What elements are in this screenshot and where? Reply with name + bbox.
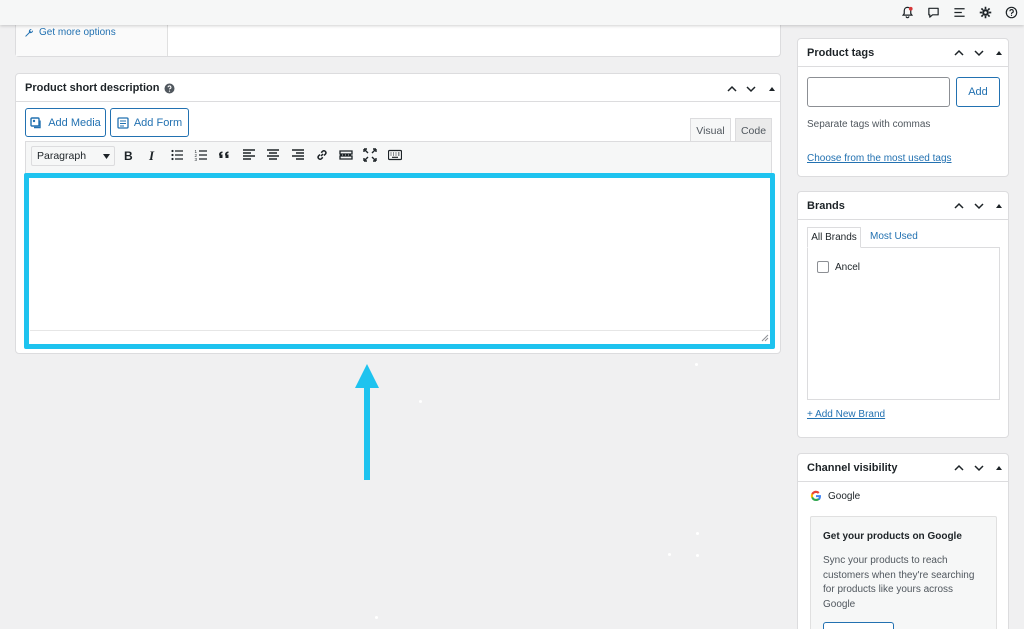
move-up-icon[interactable]	[953, 462, 965, 474]
gear-icon[interactable]	[979, 6, 992, 19]
move-up-icon[interactable]	[726, 83, 738, 95]
tab-all-brands[interactable]: All Brands	[807, 227, 861, 248]
card-title: Channel visibility	[807, 462, 898, 474]
list-icon[interactable]	[953, 6, 966, 19]
background-dot	[375, 616, 378, 619]
align-center-icon[interactable]	[266, 148, 280, 162]
background-dot	[695, 363, 698, 366]
help-icon[interactable]	[1005, 6, 1018, 19]
add-form-button[interactable]: Add Form	[110, 108, 189, 137]
brand-item[interactable]: Ancel	[817, 261, 860, 273]
channel-google-label: Google	[828, 491, 861, 502]
svg-text:I: I	[148, 148, 155, 162]
bold-icon[interactable]: B	[121, 148, 135, 162]
help-icon[interactable]	[164, 83, 175, 94]
move-down-icon[interactable]	[745, 83, 757, 95]
svg-text:B: B	[124, 149, 133, 162]
tab-most-used[interactable]: Most Used	[870, 231, 918, 242]
media-icon	[30, 117, 41, 129]
promo-text: Sync your products to reach customers wh…	[823, 555, 975, 610]
align-right-icon[interactable]	[291, 148, 305, 162]
toggle-panel-icon[interactable]	[993, 200, 1005, 212]
add-new-brand-link[interactable]: + Add New Brand	[807, 409, 885, 420]
promo-title: Get your products on Google	[823, 531, 962, 542]
add-tag-label: Add	[968, 86, 988, 98]
tab-visual-label: Visual	[696, 124, 725, 137]
bulleted-list-icon[interactable]	[170, 148, 184, 162]
card-title: Brands	[807, 200, 845, 212]
tab-visual[interactable]: Visual	[690, 118, 731, 142]
move-down-icon[interactable]	[973, 47, 985, 59]
get-more-options-link[interactable]: Get more options	[39, 27, 116, 38]
add-form-label: Add Form	[133, 116, 183, 129]
add-tag-button[interactable]: Add	[956, 77, 1000, 107]
google-icon	[810, 490, 821, 502]
move-up-icon[interactable]	[953, 47, 965, 59]
form-icon	[117, 116, 129, 129]
brand-checkbox[interactable]	[817, 261, 829, 273]
toggle-panel-icon[interactable]	[766, 83, 778, 95]
card-title: Product short description	[25, 82, 160, 94]
comment-icon[interactable]	[927, 6, 940, 19]
bell-icon[interactable]	[901, 6, 914, 19]
product-tags-card: Product tags Add Separate tags with comm…	[797, 38, 1009, 177]
brand-label: Ancel	[835, 261, 861, 273]
card-title: Product tags	[807, 47, 875, 59]
toggle-panel-icon[interactable]	[993, 47, 1005, 59]
svg-text:3: 3	[195, 157, 198, 162]
format-select-value: Paragraph	[37, 150, 87, 162]
arrow-up-icon	[355, 364, 379, 480]
tab-code[interactable]: Code	[735, 118, 772, 142]
link-icon[interactable]	[315, 148, 329, 162]
toggle-panel-icon[interactable]	[993, 462, 1005, 474]
numbered-list-icon[interactable]: 123	[194, 148, 208, 162]
move-up-icon[interactable]	[953, 200, 965, 212]
background-dot	[668, 553, 671, 556]
highlight-box	[24, 173, 775, 349]
fullscreen-icon[interactable]	[363, 148, 377, 162]
blockquote-icon[interactable]	[218, 148, 232, 162]
italic-icon[interactable]: I	[145, 148, 159, 162]
format-select[interactable]: Paragraph	[31, 146, 115, 166]
add-media-label: Add Media	[48, 116, 101, 129]
keyboard-icon[interactable]	[388, 148, 402, 162]
promo-button[interactable]	[823, 622, 894, 629]
choose-tags-link[interactable]: Choose from the most used tags	[807, 153, 952, 164]
tag-hint: Separate tags with commas	[807, 119, 931, 130]
align-left-icon[interactable]	[242, 148, 256, 162]
brands-card: Brands All Brands Most Used Ancel + Add …	[797, 191, 1009, 438]
admin-top-bar	[0, 0, 1024, 25]
background-dot	[419, 400, 422, 403]
add-media-button[interactable]: Add Media	[25, 108, 106, 137]
channel-visibility-card: Channel visibility Google Get your produ…	[797, 453, 1009, 629]
caret-down-icon	[103, 154, 110, 159]
tab-code-label: Code	[740, 124, 767, 137]
background-dot	[696, 554, 699, 557]
read-more-icon[interactable]	[339, 148, 353, 162]
background-dot	[696, 532, 699, 535]
move-down-icon[interactable]	[973, 462, 985, 474]
tab-all-brands-label: All Brands	[811, 232, 857, 243]
tag-input[interactable]	[807, 77, 950, 107]
wrench-icon	[25, 28, 34, 37]
move-down-icon[interactable]	[973, 200, 985, 212]
